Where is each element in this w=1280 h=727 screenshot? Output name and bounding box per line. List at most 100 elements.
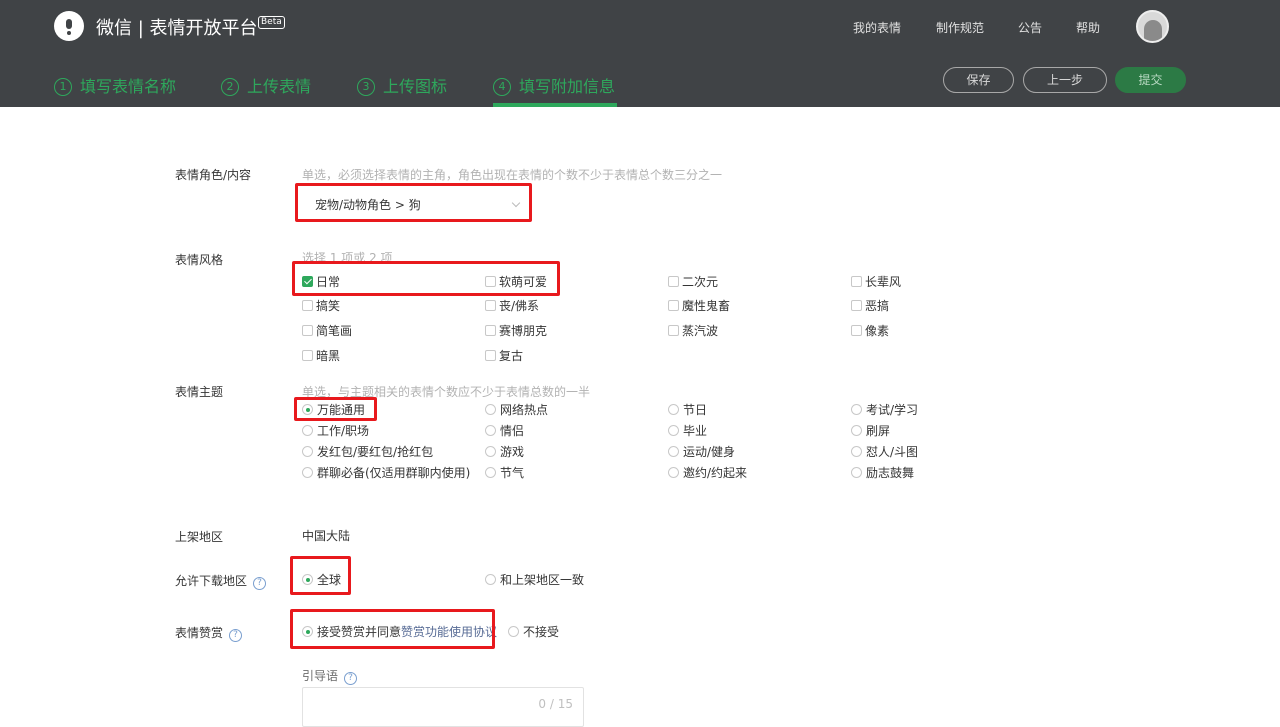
radio-selected-icon[interactable]	[302, 404, 313, 415]
save-button[interactable]: 保存	[943, 67, 1014, 93]
style-option[interactable]: 恶搞	[851, 298, 889, 314]
style-option[interactable]: 日常	[302, 274, 340, 290]
checkbox-icon[interactable]	[302, 350, 313, 361]
theme-option[interactable]: 情侣	[485, 423, 524, 439]
theme-option[interactable]: 网络热点	[485, 402, 548, 418]
reward-label: 表情赞赏?	[175, 624, 243, 642]
region-label: 上架地区	[175, 530, 224, 544]
wechat-logo-icon[interactable]	[54, 11, 84, 41]
theme-option[interactable]: 运动/健身	[668, 444, 735, 460]
radio-icon[interactable]	[668, 467, 679, 478]
checkbox-icon[interactable]	[668, 300, 679, 311]
style-option[interactable]: 简笔画	[302, 323, 352, 339]
submit-button[interactable]: 提交	[1115, 67, 1186, 93]
theme-option[interactable]: 节气	[485, 465, 524, 481]
step-number: 3	[357, 78, 375, 96]
style-option[interactable]: 暗黑	[302, 348, 340, 364]
theme-option[interactable]: 发红包/要红包/抢红包	[302, 444, 433, 460]
checkbox-icon[interactable]	[485, 276, 496, 287]
theme-option[interactable]: 刷屏	[851, 423, 890, 439]
reward-option-accept[interactable]: 接受赞赏并同意赞赏功能使用协议	[302, 624, 497, 640]
chevron-down-icon	[511, 198, 521, 208]
style-option[interactable]: 魔性鬼畜	[668, 298, 730, 314]
style-option[interactable]: 二次元	[668, 274, 718, 290]
style-option[interactable]: 丧/佛系	[485, 298, 539, 314]
radio-icon[interactable]	[485, 425, 496, 436]
theme-option[interactable]: 励志鼓舞	[851, 465, 914, 481]
previous-step-button[interactable]: 上一步	[1023, 67, 1107, 93]
style-hint: 选择 1 项或 2 项	[302, 251, 393, 265]
theme-option[interactable]: 工作/职场	[302, 423, 369, 439]
style-option[interactable]: 赛博朋克	[485, 323, 547, 339]
radio-icon[interactable]	[485, 574, 496, 585]
step-label: 填写表情名称	[80, 77, 177, 96]
user-avatar[interactable]	[1136, 10, 1169, 43]
beta-badge: Beta	[258, 16, 285, 29]
checkbox-checked-icon[interactable]	[302, 276, 313, 287]
checkbox-icon[interactable]	[302, 325, 313, 336]
checkbox-icon[interactable]	[302, 300, 313, 311]
theme-option[interactable]: 考试/学习	[851, 402, 918, 418]
radio-selected-icon[interactable]	[302, 626, 313, 637]
style-option[interactable]: 蒸汽波	[668, 323, 718, 339]
checkbox-icon[interactable]	[668, 276, 679, 287]
platform-title[interactable]: 微信 | 表情开放平台	[96, 14, 258, 40]
theme-option[interactable]: 怼人/斗图	[851, 444, 918, 460]
help-question-icon[interactable]: ?	[344, 672, 358, 685]
step-label: 填写附加信息	[519, 77, 616, 96]
theme-option[interactable]: 毕业	[668, 423, 707, 439]
radio-icon[interactable]	[302, 446, 313, 457]
download-option-global[interactable]: 全球	[302, 572, 341, 588]
step-4[interactable]: 4 填写附加信息	[493, 73, 615, 97]
checkbox-icon[interactable]	[485, 350, 496, 361]
radio-icon[interactable]	[508, 626, 519, 637]
radio-icon[interactable]	[668, 404, 679, 415]
download-option-same-region[interactable]: 和上架地区一致	[485, 572, 584, 588]
radio-icon[interactable]	[302, 425, 313, 436]
region-value: 中国大陆	[302, 529, 351, 543]
theme-option[interactable]: 邀约/约起来	[668, 465, 747, 481]
nav-announcements[interactable]: 公告	[1018, 19, 1042, 36]
radio-icon[interactable]	[302, 467, 313, 478]
help-question-icon[interactable]: ?	[253, 577, 267, 590]
style-option[interactable]: 搞笑	[302, 298, 340, 314]
help-question-icon[interactable]: ?	[229, 629, 243, 642]
step-1[interactable]: 1 填写表情名称	[54, 73, 176, 97]
radio-icon[interactable]	[668, 425, 679, 436]
radio-icon[interactable]	[851, 404, 862, 415]
theme-label: 表情主题	[175, 385, 224, 399]
step-2[interactable]: 2 上传表情	[221, 73, 311, 97]
reward-agreement-link[interactable]: 赞赏功能使用协议	[401, 625, 497, 639]
checkbox-icon[interactable]	[851, 276, 862, 287]
checkbox-icon[interactable]	[851, 325, 862, 336]
radio-icon[interactable]	[485, 446, 496, 457]
radio-selected-icon[interactable]	[302, 574, 313, 585]
radio-icon[interactable]	[668, 446, 679, 457]
nav-help[interactable]: 帮助	[1076, 19, 1100, 36]
guide-text-input[interactable]: 0 / 15	[302, 687, 584, 727]
role-select[interactable]: 宠物/动物角色 > 狗	[303, 192, 527, 218]
style-option[interactable]: 复古	[485, 348, 523, 364]
checkbox-icon[interactable]	[668, 325, 679, 336]
theme-option[interactable]: 万能通用	[302, 402, 365, 418]
nav-guidelines[interactable]: 制作规范	[936, 19, 984, 36]
checkbox-icon[interactable]	[851, 300, 862, 311]
reward-option-reject[interactable]: 不接受	[508, 624, 559, 640]
checkbox-icon[interactable]	[485, 325, 496, 336]
step-3[interactable]: 3 上传图标	[357, 73, 447, 97]
theme-option[interactable]: 游戏	[485, 444, 524, 460]
nav-my-stickers[interactable]: 我的表情	[853, 19, 901, 36]
style-option[interactable]: 像素	[851, 323, 889, 339]
step-label: 上传图标	[383, 77, 448, 96]
style-option[interactable]: 软萌可爱	[485, 274, 547, 290]
radio-icon[interactable]	[485, 467, 496, 478]
radio-icon[interactable]	[485, 404, 496, 415]
radio-icon[interactable]	[851, 446, 862, 457]
checkbox-icon[interactable]	[485, 300, 496, 311]
role-select-value: 宠物/动物角色 > 狗	[315, 198, 421, 212]
style-option[interactable]: 长辈风	[851, 274, 901, 290]
radio-icon[interactable]	[851, 467, 862, 478]
theme-option[interactable]: 节日	[668, 402, 707, 418]
theme-option[interactable]: 群聊必备(仅适用群聊内使用)	[302, 465, 470, 481]
radio-icon[interactable]	[851, 425, 862, 436]
